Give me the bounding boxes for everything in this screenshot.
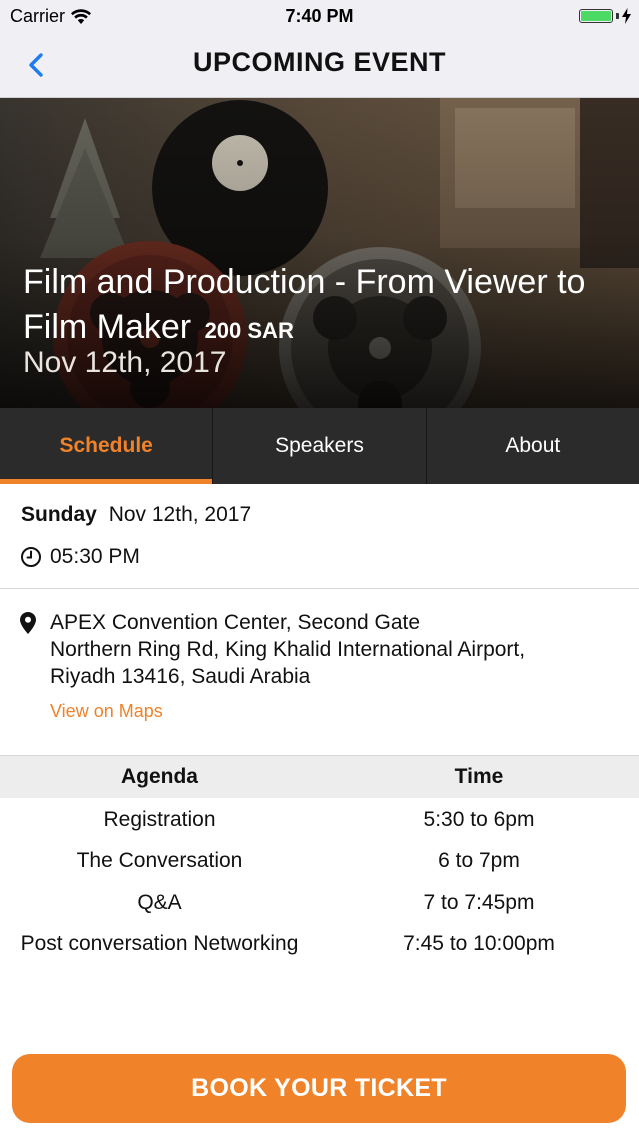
schedule-day: Sunday [21, 503, 97, 526]
schedule-date-row: Sunday Nov 12th, 2017 [21, 503, 251, 527]
agenda-time: 5:30 to 6pm [423, 807, 535, 831]
tab-speakers[interactable]: Speakers [213, 408, 427, 484]
tab-about[interactable]: About [427, 408, 639, 484]
event-date: Nov 12th, 2017 [23, 346, 227, 379]
book-ticket-button[interactable]: BOOK YOUR TICKET [12, 1054, 626, 1123]
page-title: UPCOMING EVENT [192, 47, 447, 77]
status-time: 7:40 PM [285, 6, 354, 26]
battery-cap [616, 13, 619, 19]
address-line: Riyadh 13416, Saudi Arabia [50, 665, 311, 688]
agenda-item: Post conversation Networking [20, 932, 299, 956]
battery-fill [581, 11, 611, 21]
table-row: Registration 5:30 to 6pm [0, 799, 639, 841]
location-row: APEX Convention Center, Second Gate Nort… [20, 609, 525, 690]
location-pin-icon [20, 612, 36, 634]
event-price: 200 SAR [204, 318, 294, 343]
agenda-item: Registration [103, 807, 216, 831]
tab-schedule[interactable]: Schedule [0, 408, 214, 484]
agenda-item: The Conversation [76, 849, 243, 873]
agenda-table-header: Agenda Time [0, 756, 639, 798]
tab-bar: Schedule Speakers About [0, 408, 639, 484]
status-bar: Carrier 7:40 PM [0, 0, 639, 32]
battery-icon [579, 9, 613, 23]
schedule-time: 05:30 PM [50, 545, 140, 568]
agenda-time: 7 to 7:45pm [423, 890, 535, 914]
table-row: The Conversation 6 to 7pm [0, 841, 639, 883]
agenda-column-header: Agenda [120, 765, 198, 788]
navigation-bar: UPCOMING EVENT [0, 32, 639, 98]
view-on-maps-link[interactable]: View on Maps [50, 701, 163, 722]
agenda-table: Registration 5:30 to 6pm The Conversatio… [0, 799, 639, 965]
address-line: Northern Ring Rd, King Khalid Internatio… [50, 638, 526, 661]
table-row: Post conversation Networking 7:45 to 10:… [0, 924, 639, 966]
table-row: Q&A 7 to 7:45pm [0, 882, 639, 924]
charging-bolt-icon [622, 8, 631, 24]
clock-icon [21, 547, 41, 567]
event-title-block: Film and Production - From Viewer to Fil… [23, 260, 623, 353]
agenda-time: 6 to 7pm [438, 849, 520, 873]
address-line: APEX Convention Center, Second Gate [50, 611, 421, 634]
venue-address: APEX Convention Center, Second Gate Nort… [50, 609, 525, 690]
event-title: Film and Production - From Viewer to Fil… [23, 263, 586, 346]
agenda-item: Q&A [137, 890, 182, 914]
battery-indicator [579, 8, 631, 24]
schedule-date: Nov 12th, 2017 [108, 503, 252, 526]
schedule-time-row: 05:30 PM [20, 545, 140, 569]
divider [0, 588, 639, 589]
time-column-header: Time [454, 765, 504, 788]
event-hero: Film and Production - From Viewer to Fil… [0, 98, 639, 408]
agenda-time: 7:45 to 10:00pm [403, 932, 555, 956]
